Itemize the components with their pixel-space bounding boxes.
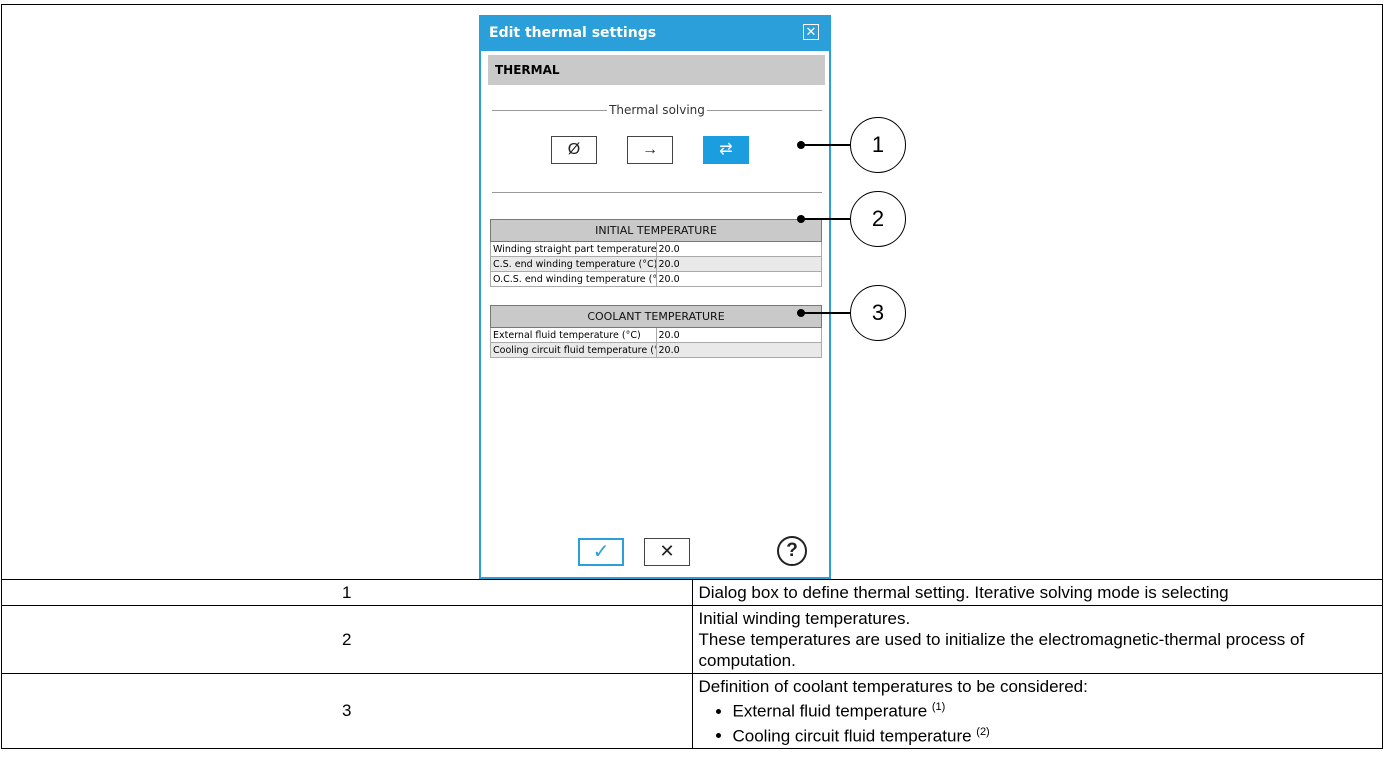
initial-temperature-table: INITIAL TEMPERATURE Winding straight par…: [490, 219, 822, 287]
property-value-field[interactable]: 20.0: [655, 241, 822, 257]
property-value-field[interactable]: 20.0: [655, 327, 822, 343]
row-description: Dialog box to define thermal setting. It…: [691, 579, 1383, 606]
row-number: 2: [1, 605, 693, 674]
property-label: O.C.S. end winding temperature (°C): [490, 271, 657, 287]
solving-mode-one-way-button[interactable]: →: [627, 136, 673, 164]
row-number: 1: [1, 579, 693, 606]
property-label: Cooling circuit fluid temperature (°C): [490, 342, 657, 358]
none-icon: Ø: [567, 141, 581, 158]
property-value-field[interactable]: 20.0: [655, 342, 822, 358]
callout-leader-line: [802, 312, 852, 314]
solving-mode-iterative-button[interactable]: ⇄: [703, 136, 749, 164]
thermal-section-header: THERMAL: [488, 55, 825, 85]
property-label: Winding straight part temperature (°C): [490, 241, 657, 257]
property-label: C.S. end winding temperature (°C): [490, 256, 657, 272]
coolant-temperature-table: COOLANT TEMPERATURE External fluid tempe…: [490, 305, 822, 358]
row-description: Definition of coolant temperatures to be…: [691, 672, 1383, 750]
dialog-titlebar: Edit thermal settings ✕: [481, 17, 829, 51]
footnote-ref: (2): [976, 725, 990, 738]
list-item: External fluid temperature (1): [733, 697, 1377, 722]
row-number: 3: [1, 672, 693, 750]
ok-button[interactable]: ✓: [578, 538, 624, 566]
description-line: Initial winding temperatures.: [698, 609, 911, 628]
callout-2: 2: [850, 191, 906, 247]
dialog-title: Edit thermal settings: [489, 25, 657, 41]
description-line: These temperatures are used to initializ…: [698, 630, 1305, 670]
iterative-arrows-icon: ⇄: [719, 141, 733, 158]
list-item: Cooling circuit fluid temperature (2): [733, 722, 1377, 747]
coolant-temperature-header: COOLANT TEMPERATURE: [490, 305, 822, 328]
callout-3: 3: [850, 285, 906, 341]
bullet-text: Cooling circuit fluid temperature: [732, 726, 977, 746]
initial-temperature-header: INITIAL TEMPERATURE: [490, 219, 822, 242]
thermal-solving-label: Thermal solving: [607, 103, 707, 117]
help-button[interactable]: ?: [777, 536, 807, 566]
close-icon[interactable]: ✕: [803, 24, 819, 40]
property-value-field[interactable]: 20.0: [655, 256, 822, 272]
edit-thermal-settings-dialog: Edit thermal settings ✕ THERMAL Thermal …: [479, 15, 831, 579]
bullet-text: External fluid temperature: [732, 701, 932, 721]
close-icon: ✕: [659, 541, 675, 561]
callout-leader-line: [802, 218, 852, 220]
footnote-ref: (1): [931, 701, 946, 713]
description-table: Edit thermal settings ✕ THERMAL Thermal …: [1, 4, 1383, 750]
divider: [492, 192, 822, 193]
property-label: External fluid temperature (°C): [490, 327, 657, 343]
property-value-field[interactable]: 20.0: [655, 271, 822, 287]
callout-leader-line: [802, 144, 852, 146]
bullet-list: External fluid temperature (1) Cooling c…: [699, 697, 1377, 746]
row-description: Initial winding temperatures. These temp…: [691, 605, 1383, 674]
callout-1: 1: [850, 117, 906, 173]
solving-mode-none-button[interactable]: Ø: [551, 136, 597, 164]
description-line: Dialog box to define thermal setting. It…: [698, 583, 1229, 602]
cancel-button[interactable]: ✕: [644, 538, 690, 566]
arrow-right-icon: →: [642, 141, 658, 158]
check-icon: ✓: [592, 541, 610, 563]
description-line: Definition of coolant temperatures to be…: [698, 677, 1088, 696]
figure-cell: Edit thermal settings ✕ THERMAL Thermal …: [1, 4, 1383, 580]
help-icon: ?: [786, 540, 798, 561]
